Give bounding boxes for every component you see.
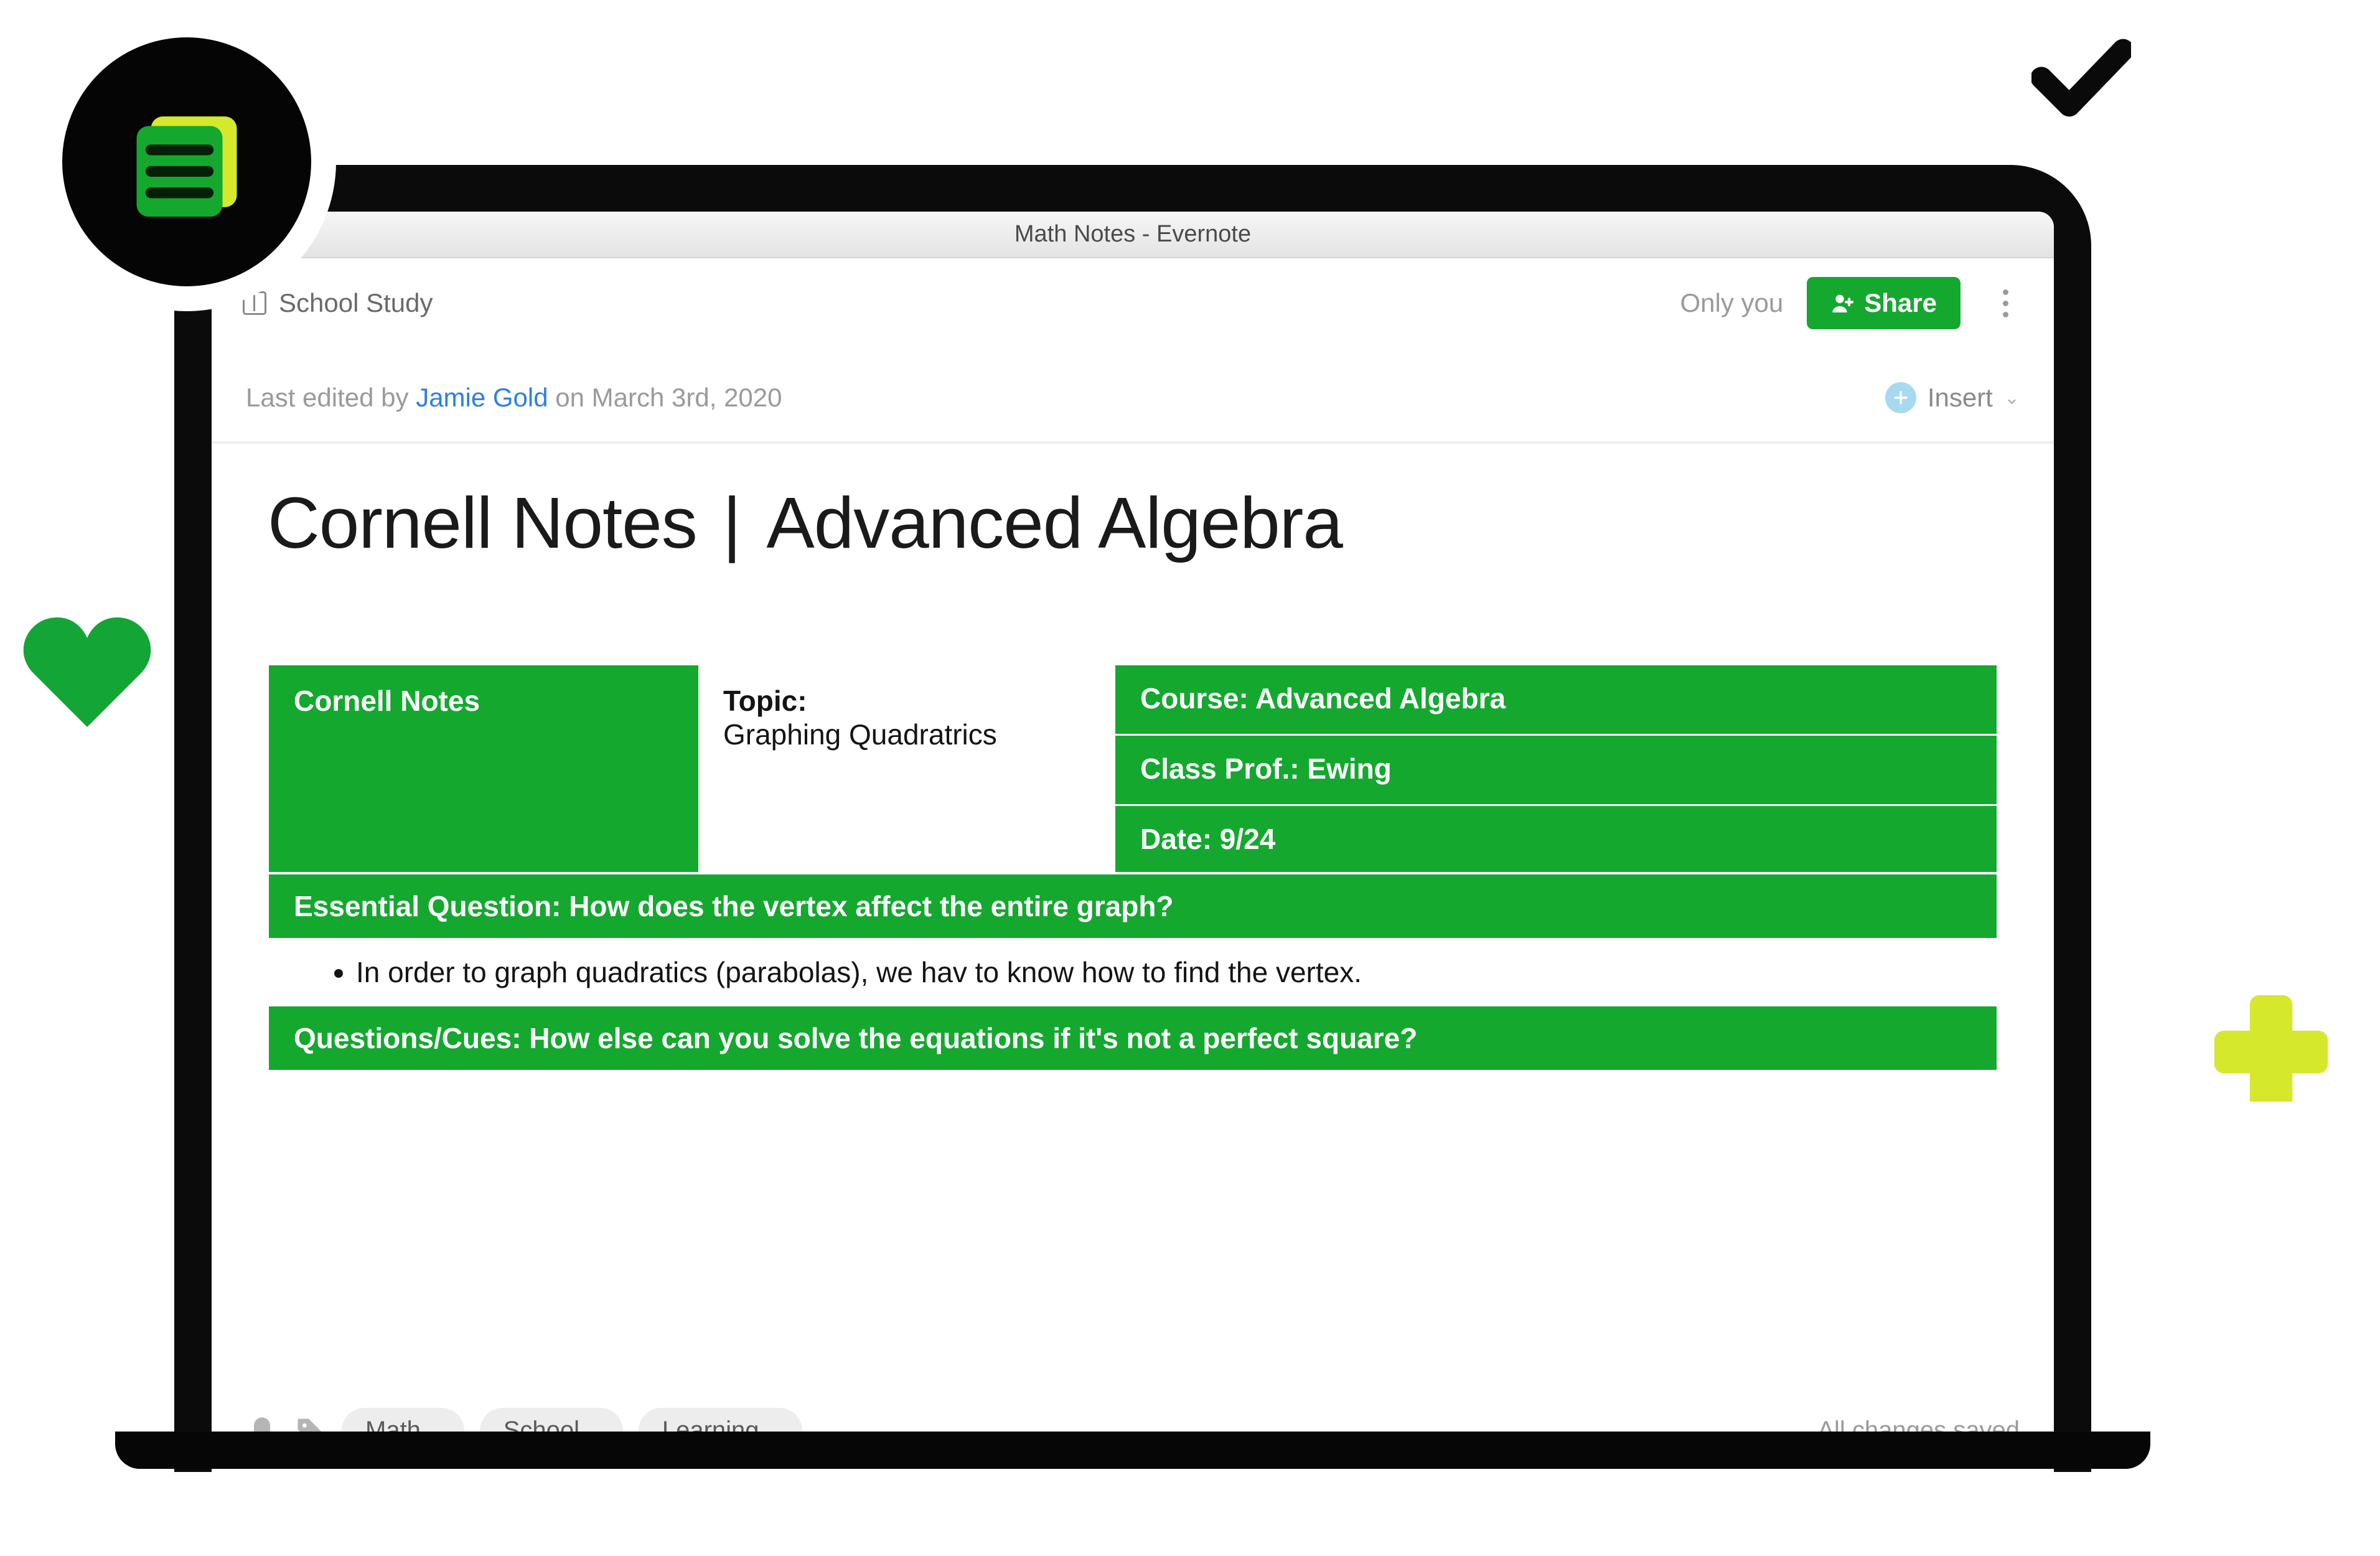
course-cell: Course: Advanced Algebra [1115, 665, 1997, 731]
essential-question: Essential Question: How does the vertex … [269, 872, 1997, 938]
topic-cell: Topic: Graphing Quadratrics [698, 665, 1115, 872]
plus-circle-icon [1885, 382, 1916, 413]
notes-stack-icon [115, 90, 258, 233]
access-label: Only you [1680, 288, 1784, 318]
window-title: Math Notes - Evernote [212, 221, 2054, 248]
cornell-heading: Cornell Notes [269, 665, 698, 872]
checkmark-icon [2031, 37, 2131, 118]
note-title[interactable]: Cornell Notes | Advanced Algebra [212, 444, 2054, 577]
notebook-name[interactable]: School Study [279, 288, 433, 318]
more-menu-button[interactable] [1989, 289, 2023, 317]
chevron-down-icon: ⌄ [2004, 387, 2020, 409]
questions-cues: Questions/Cues: How else can you solve t… [269, 1006, 1997, 1070]
date-cell: Date: 9/24 [1115, 804, 1997, 872]
laptop-frame: Math Notes - Evernote School Study Only … [174, 165, 2091, 1472]
heart-icon [19, 610, 156, 734]
last-edited-text: Last edited by Jamie Gold on March 3rd, … [246, 383, 782, 413]
laptop-base [115, 1432, 2150, 1469]
window-titlebar: Math Notes - Evernote [212, 212, 2054, 258]
share-button[interactable]: Share [1807, 277, 1961, 329]
insert-label: Insert [1928, 383, 1993, 413]
share-button-label: Share [1864, 288, 1937, 318]
insert-button[interactable]: Insert ⌄ [1885, 382, 2020, 413]
cornell-notes-table[interactable]: Cornell Notes Topic: Graphing Quadratric… [268, 664, 1998, 1071]
editor-link[interactable]: Jamie Gold [416, 383, 548, 412]
person-plus-icon [1830, 291, 1855, 316]
app-logo-badge [37, 12, 336, 311]
notes-body: In order to graph quadratics (parabolas)… [269, 938, 1997, 1006]
prof-cell: Class Prof.: Ewing [1115, 734, 1997, 802]
plus-icon [2212, 983, 2330, 1102]
